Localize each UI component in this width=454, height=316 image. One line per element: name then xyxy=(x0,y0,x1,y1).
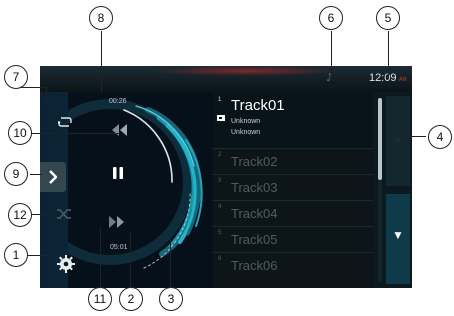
track-row[interactable]: 3 Track03 xyxy=(213,174,373,200)
gear-icon xyxy=(57,255,75,273)
previous-track-button[interactable] xyxy=(106,118,132,142)
media-player-screen: ♪ 12:09 AM 00:26 05:01 1 Track01 Unknown… xyxy=(40,66,412,288)
scroll-up-button[interactable] xyxy=(386,96,410,186)
track-album: Unknown xyxy=(231,129,261,136)
leader-line-6 xyxy=(331,31,332,79)
callout-1: 1 xyxy=(4,243,28,267)
leader-line-11 xyxy=(100,228,101,288)
leader-line-9 xyxy=(30,174,42,175)
next-track-icon xyxy=(109,216,124,228)
leader-line-7 xyxy=(46,87,47,105)
next-track-button[interactable] xyxy=(104,210,130,234)
track-title: Track04 xyxy=(231,206,278,221)
pause-icon xyxy=(113,167,123,179)
track-number: 4 xyxy=(218,204,222,210)
elapsed-time: 00:26 xyxy=(109,98,127,105)
callout-11: 11 xyxy=(88,287,112,311)
shuffle-button[interactable] xyxy=(52,204,76,224)
leader-line-10 xyxy=(30,133,120,134)
track-title: Track02 xyxy=(231,154,278,169)
track-title: Track03 xyxy=(231,180,278,195)
callout-9: 9 xyxy=(4,162,28,186)
playlist: 1 Track01 Unknown Unknown 2 Track02 3 Tr… xyxy=(213,92,373,288)
track-title: Track01 xyxy=(231,97,285,114)
track-number: 6 xyxy=(218,256,222,262)
arrow-down-icon: ▼ xyxy=(394,231,402,241)
callout-4: 4 xyxy=(428,125,452,149)
track-row[interactable]: 6 Track06 xyxy=(213,252,373,278)
track-number: 1 xyxy=(218,97,222,103)
previous-track-icon xyxy=(112,124,127,136)
scroll-down-button[interactable]: ▼ xyxy=(386,194,410,284)
track-row[interactable]: 4 Track04 xyxy=(213,200,373,226)
repeat-button[interactable] xyxy=(54,112,76,132)
callout-3: 3 xyxy=(159,287,183,311)
track-number: 2 xyxy=(218,152,222,158)
callout-6: 6 xyxy=(319,6,343,30)
track-artist: Unknown xyxy=(231,118,261,125)
track-title: Track05 xyxy=(231,232,278,247)
leader-line-5 xyxy=(388,31,389,79)
callout-8: 8 xyxy=(89,6,113,30)
total-time: 05:01 xyxy=(110,244,128,251)
scrollbar-thumb[interactable] xyxy=(378,98,382,180)
leader-line-12 xyxy=(30,214,54,215)
track-number: 5 xyxy=(218,230,222,236)
playlist-scroll-column: ▼ xyxy=(373,92,412,288)
shuffle-icon xyxy=(57,209,71,219)
next-panel-button[interactable] xyxy=(40,162,66,192)
callout-2: 2 xyxy=(119,287,143,311)
callout-5: 5 xyxy=(376,6,400,30)
track-row[interactable]: 1 Track01 Unknown Unknown xyxy=(213,92,373,148)
track-number: 3 xyxy=(218,178,222,184)
leader-line-2 xyxy=(130,232,131,287)
play-pause-button[interactable] xyxy=(106,161,130,185)
repeat-icon xyxy=(58,117,72,127)
clock: 12:09 xyxy=(369,72,397,84)
track-title: Track06 xyxy=(231,258,278,273)
track-row[interactable]: 5 Track05 xyxy=(213,226,373,252)
leader-line-4 xyxy=(392,136,426,137)
clock-ampm: AM xyxy=(399,77,407,83)
track-row[interactable]: 2 Track02 xyxy=(213,148,373,174)
chevron-right-icon xyxy=(49,170,58,184)
now-playing-icon xyxy=(217,115,225,121)
callout-10: 10 xyxy=(8,121,32,145)
leader-line-8 xyxy=(101,31,102,93)
callout-7: 7 xyxy=(4,65,28,89)
leader-line-3 xyxy=(170,240,171,287)
callout-12: 12 xyxy=(8,203,32,227)
settings-button[interactable] xyxy=(54,252,78,276)
